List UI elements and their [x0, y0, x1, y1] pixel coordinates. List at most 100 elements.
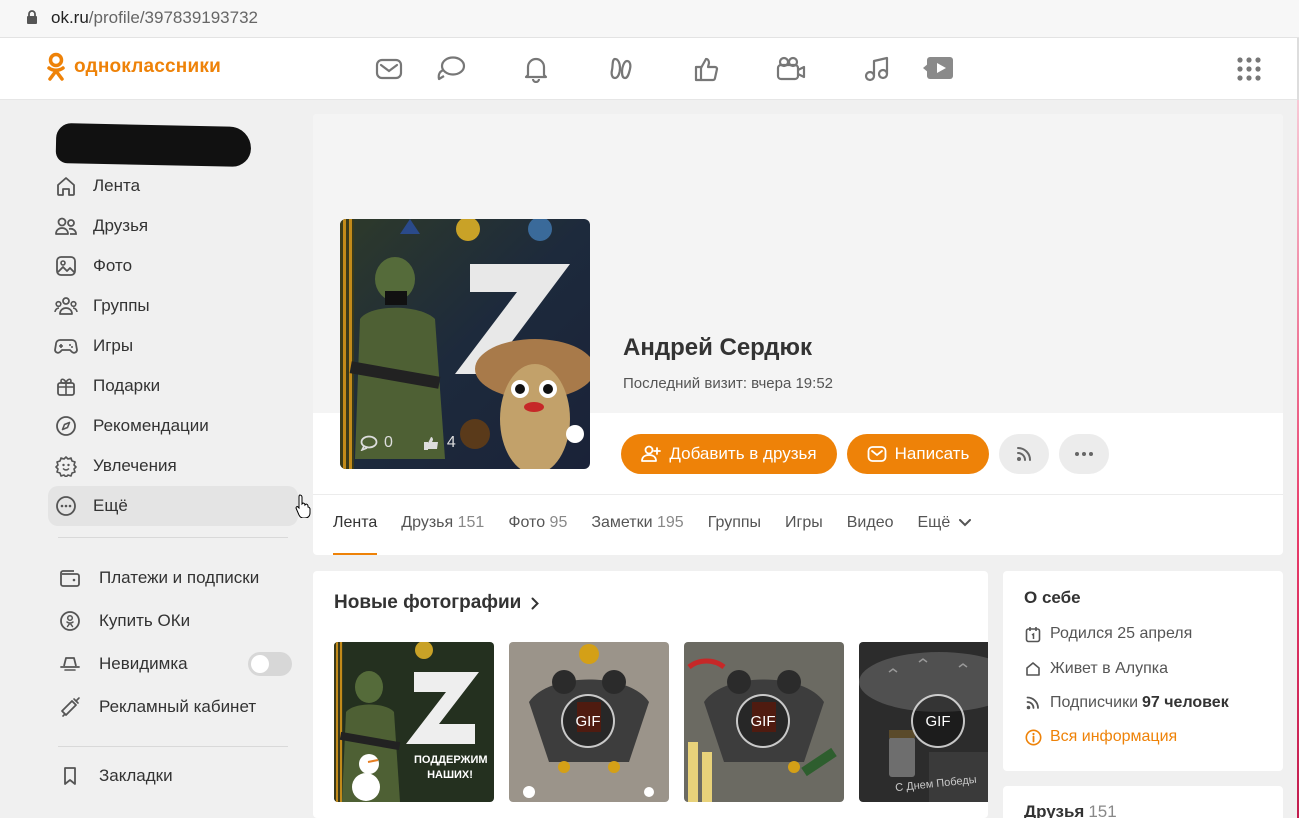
avatar-stats: 0 4 [360, 434, 456, 452]
sidebar-item-label: Невидимка [99, 653, 188, 673]
notifications-icon[interactable] [493, 52, 578, 86]
top-navigation [370, 52, 958, 86]
sidebar-item-games[interactable]: Игры [48, 326, 298, 366]
tab-feed[interactable]: Лента [333, 514, 378, 555]
sidebar-divider [58, 537, 288, 538]
likes-icon[interactable] [663, 52, 748, 86]
add-friend-button[interactable]: Добавить в друзья [621, 434, 837, 474]
tab-photos[interactable]: Фото 95 [508, 514, 567, 555]
sidebar-secondary-menu: Платежи и подписки Купить ОКи Невидимка … [48, 556, 298, 728]
guests-icon[interactable] [578, 52, 663, 86]
sidebar-menu: Лента Друзья Фото Группы Игры Подарки Ре… [48, 166, 298, 526]
gift-icon [54, 374, 78, 398]
incognito-icon [58, 652, 82, 676]
tab-video[interactable]: Видео [847, 514, 894, 555]
browser-address-bar[interactable]: ok.ru/profile/397839193732 [0, 0, 1299, 38]
sidebar-item-hobbies[interactable]: Увлечения [48, 446, 298, 486]
sidebar-item-label: Купить ОКи [99, 610, 191, 630]
ok-logo[interactable]: одноклассники [46, 52, 221, 82]
apps-grid-icon[interactable] [1236, 56, 1262, 87]
url-text[interactable]: ok.ru/profile/397839193732 [51, 8, 258, 28]
music-icon[interactable] [833, 52, 918, 86]
add-friend-label: Добавить в друзья [669, 444, 817, 463]
friends-card: Друзья 151 [1003, 786, 1283, 818]
sidebar-item-bookmarks[interactable]: Закладки [58, 766, 173, 786]
lock-icon [26, 9, 38, 30]
home-icon [54, 174, 78, 198]
like-icon [423, 437, 438, 450]
info-icon [1024, 729, 1042, 746]
sidebar-item-buy-oks[interactable]: Купить ОКи [48, 599, 298, 642]
sidebar-item-label: Подарки [93, 376, 161, 395]
profile-card: 0 4 Андрей Сердюк Последний визит: вчера… [313, 114, 1283, 555]
sidebar-item-recommendations[interactable]: Рекомендации [48, 406, 298, 446]
gamepad-icon [54, 334, 78, 358]
compass-icon [54, 414, 78, 438]
profile-name: Андрей Сердюк [623, 334, 812, 361]
friends-icon [54, 214, 78, 238]
ok-logo-icon [47, 52, 65, 81]
video-icon[interactable] [918, 52, 958, 86]
mail-icon[interactable] [370, 52, 408, 86]
sidebar-item-label: Платежи и подписки [99, 567, 260, 587]
discussions-icon[interactable] [408, 52, 493, 86]
gif-thumbnail[interactable]: GIF С Днем Победы [859, 642, 988, 802]
sidebar-item-label: Друзья [93, 216, 149, 235]
groups-icon [54, 294, 78, 318]
sidebar-item-label: Игры [93, 336, 134, 355]
thumb-caption: ПОДДЕРЖИМ НАШИХ! [414, 754, 488, 782]
more-actions-button[interactable] [1059, 434, 1109, 474]
new-photos-section: Новые фотографии ПОДДЕРЖИМ НАШИХ! GIF GI… [313, 571, 988, 818]
sidebar-item-groups[interactable]: Группы [48, 286, 298, 326]
all-info-link[interactable]: Вся информация [1024, 728, 1177, 746]
home-icon [1024, 661, 1042, 677]
photo-thumbnail[interactable]: ПОДДЕРЖИМ НАШИХ! [334, 642, 494, 802]
sidebar-item-payments[interactable]: Платежи и подписки [48, 556, 298, 599]
tabs-divider [313, 494, 1283, 495]
last-visit: Последний визит: вчера 19:52 [623, 375, 833, 392]
avatar-comments[interactable]: 0 [360, 434, 393, 452]
add-user-icon [641, 445, 662, 463]
sidebar-divider [58, 746, 288, 747]
gif-badge: GIF [561, 694, 615, 748]
sidebar-item-gifts[interactable]: Подарки [48, 366, 298, 406]
sidebar-item-friends[interactable]: Друзья [48, 206, 298, 246]
gif-thumbnail[interactable]: GIF [684, 642, 844, 802]
wallet-icon [58, 566, 82, 590]
video-calls-icon[interactable] [748, 52, 833, 86]
sidebar-item-label: Группы [93, 296, 150, 315]
avatar-image [340, 219, 590, 469]
sidebar-item-label: Увлечения [93, 456, 177, 475]
sidebar-item-ads-cabinet[interactable]: Рекламный кабинет [48, 685, 298, 728]
friends-card-title[interactable]: Друзья 151 [1024, 802, 1117, 818]
tab-notes[interactable]: Заметки 195 [591, 514, 683, 555]
profile-avatar[interactable]: 0 4 [340, 219, 590, 469]
sidebar-item-more[interactable]: Ещё [48, 486, 298, 526]
invisible-mode-toggle[interactable] [248, 652, 292, 676]
tab-more[interactable]: Ещё [918, 514, 971, 555]
calendar-icon [1024, 626, 1042, 643]
new-photos-title[interactable]: Новые фотографии [334, 592, 540, 614]
tab-friends[interactable]: Друзья 151 [401, 514, 484, 555]
ok-coin-icon [58, 609, 82, 633]
write-message-button[interactable]: Написать [847, 434, 989, 474]
gif-badge: GIF [736, 694, 790, 748]
write-label: Написать [894, 444, 970, 463]
about-followers[interactable]: Подписчики 97 человек [1024, 694, 1229, 712]
sidebar-item-label: Рекомендации [93, 416, 209, 435]
sidebar-item-label: Фото [93, 256, 133, 275]
hobbies-icon [54, 454, 78, 478]
tab-games[interactable]: Игры [785, 514, 823, 555]
subscribe-button[interactable] [999, 434, 1049, 474]
sidebar-item-photo[interactable]: Фото [48, 246, 298, 286]
tab-groups[interactable]: Группы [708, 514, 761, 555]
gif-thumbnail[interactable]: GIF [509, 642, 669, 802]
more-dots-icon [1075, 452, 1093, 456]
more-icon [54, 494, 78, 518]
sidebar-item-label: Закладки [99, 766, 173, 785]
sidebar-item-label: Рекламный кабинет [99, 696, 257, 716]
sidebar-item-feed[interactable]: Лента [48, 166, 298, 206]
megaphone-icon [58, 695, 82, 719]
chevron-right-icon [531, 597, 540, 609]
avatar-likes[interactable]: 4 [423, 434, 456, 452]
